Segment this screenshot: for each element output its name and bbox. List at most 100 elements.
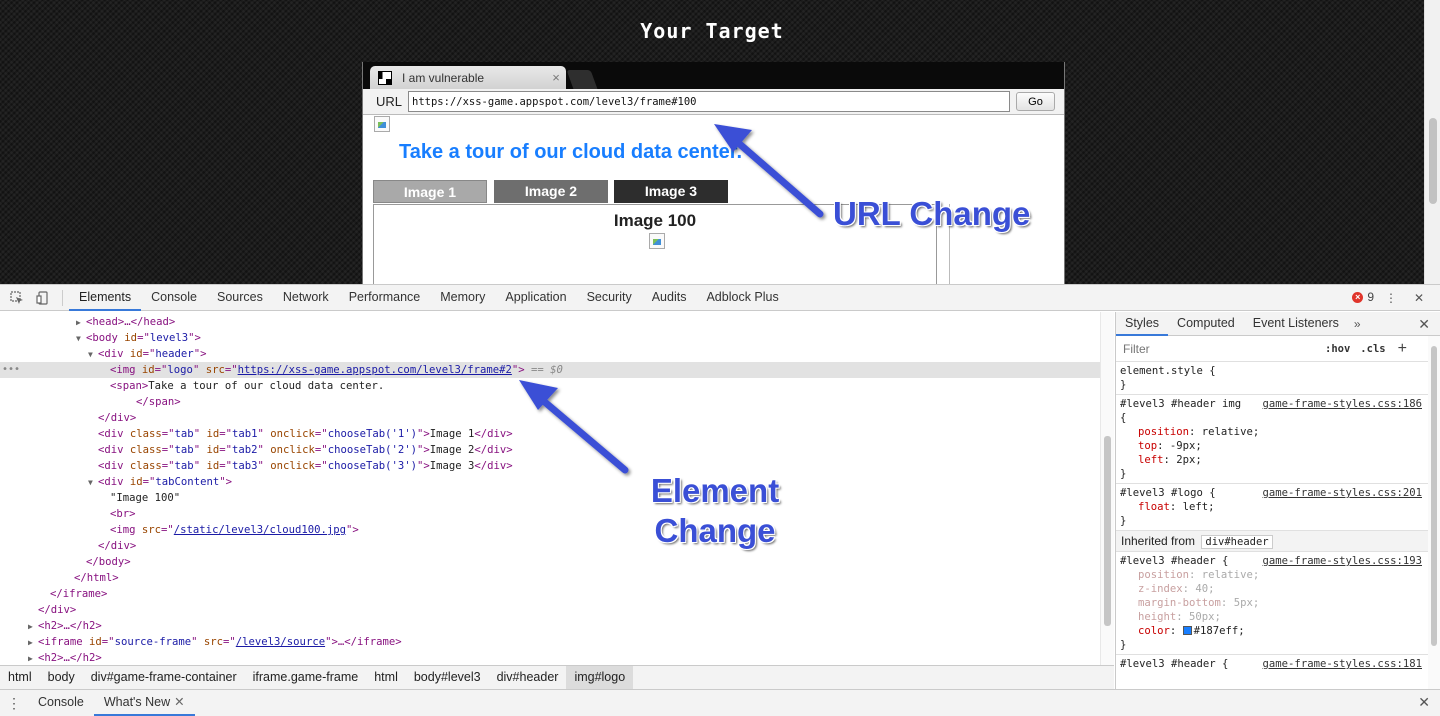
drawer-tab-whats-new[interactable]: What's New ✕ xyxy=(93,690,195,716)
tab-close-icon[interactable]: × xyxy=(546,70,566,85)
image-tab-2[interactable]: Image 2 xyxy=(494,180,608,203)
dom-node-body-close[interactable]: </body> xyxy=(0,554,1100,570)
cloud-src-link[interactable]: /static/level3/cloud100.jpg xyxy=(174,524,346,536)
css-declaration[interactable]: float: left; xyxy=(1120,500,1436,514)
page-scroll-thumb[interactable] xyxy=(1429,118,1437,204)
image-tab-3[interactable]: Image 3 xyxy=(614,180,728,203)
breadcrumb-iframe[interactable]: iframe.game-frame xyxy=(245,666,367,689)
css-rule[interactable]: #level3 #header { game-frame-styles.css:… xyxy=(1116,655,1440,673)
more-tabs-icon[interactable]: » xyxy=(1348,317,1367,331)
elements-scrollbar[interactable] xyxy=(1100,312,1114,665)
dom-node-div-close[interactable]: </div> xyxy=(0,538,1100,554)
dom-node-html-close[interactable]: </html> xyxy=(0,570,1100,586)
add-rule-icon[interactable]: + xyxy=(1398,340,1407,358)
more-menu-icon[interactable]: ⋮ xyxy=(1378,285,1404,311)
hover-state-toggle[interactable]: :hov xyxy=(1325,343,1350,355)
dom-node-br[interactable]: <br> xyxy=(0,506,1100,522)
dom-node-h2[interactable]: ▶ <h2>…</h2> xyxy=(0,650,1100,665)
tab-audits[interactable]: Audits xyxy=(642,285,697,311)
close-icon[interactable]: ✕ xyxy=(1418,316,1430,333)
css-declaration[interactable]: color: #187eff; xyxy=(1120,624,1436,638)
color-swatch-icon[interactable] xyxy=(1182,626,1192,635)
page-scrollbar[interactable] xyxy=(1424,0,1440,284)
dom-node-iframe-close[interactable]: </iframe> xyxy=(0,586,1100,602)
breadcrumb-body[interactable]: body xyxy=(40,666,83,689)
url-input[interactable] xyxy=(408,91,1011,112)
element-style-rule[interactable]: element.style { } xyxy=(1116,362,1440,395)
close-drawer-icon[interactable]: ✕ xyxy=(1418,694,1430,711)
error-count: 9 xyxy=(1367,290,1374,304)
rule-source-link[interactable]: game-frame-styles.css:186 xyxy=(1263,397,1422,411)
breadcrumb-game-frame-container[interactable]: div#game-frame-container xyxy=(83,666,245,689)
css-declaration[interactable]: margin-bottom: 5px; xyxy=(1120,596,1436,610)
dom-node-tab1[interactable]: <div class="tab" id="tab1" onclick="choo… xyxy=(0,426,1100,442)
css-rule-inherited[interactable]: #level3 #header { game-frame-styles.css:… xyxy=(1116,552,1440,655)
tab-performance[interactable]: Performance xyxy=(339,285,431,311)
styles-filter-input[interactable] xyxy=(1123,341,1315,356)
image-tab-1[interactable]: Image 1 xyxy=(373,180,487,203)
browser-tab[interactable]: I am vulnerable × xyxy=(370,66,566,89)
tab-network[interactable]: Network xyxy=(273,285,339,311)
dom-node-body[interactable]: ▼ <body id="level3"> xyxy=(0,330,1100,346)
elements-dom-tree[interactable]: ▶ <head>…</head> ▼ <body id="level3"> ▼ <di… xyxy=(0,312,1114,665)
dom-node-head[interactable]: ▶ <head>…</head> xyxy=(0,314,1100,330)
close-devtools-icon[interactable]: ✕ xyxy=(1406,285,1432,311)
dom-node-tabcontent[interactable]: ▼ <div id="tabContent"> xyxy=(0,474,1100,490)
rule-source-link[interactable]: game-frame-styles.css:201 xyxy=(1263,486,1422,500)
tab-memory[interactable]: Memory xyxy=(430,285,495,311)
breadcrumb-img-logo[interactable]: img#logo xyxy=(566,666,634,689)
css-declaration[interactable]: top: -9px; xyxy=(1120,439,1436,453)
breadcrumb-inner-html[interactable]: html xyxy=(366,666,406,689)
drawer-menu-icon[interactable]: ⋮ xyxy=(0,695,28,712)
broken-image-icon xyxy=(649,233,665,249)
source-frame-link[interactable]: /level3/source xyxy=(236,636,325,648)
img-src-link[interactable]: https://xss-game.appspot.com/level3/fram… xyxy=(238,364,512,376)
dom-node-div-close[interactable]: </div> xyxy=(0,410,1100,426)
error-counter[interactable]: × 9 xyxy=(1352,290,1374,304)
breadcrumb-html[interactable]: html xyxy=(0,666,40,689)
dom-node-span[interactable]: <span>Take a tour of our cloud data cent… xyxy=(0,378,1100,394)
new-tab-button[interactable] xyxy=(566,70,598,89)
breadcrumb-div-header[interactable]: div#header xyxy=(489,666,567,689)
css-declaration[interactable]: position: relative; xyxy=(1120,425,1436,439)
tab-styles[interactable]: Styles xyxy=(1116,312,1169,336)
dom-node-h2[interactable]: ▶ <h2>…</h2> xyxy=(0,618,1100,634)
tab-application[interactable]: Application xyxy=(495,285,576,311)
dom-node-img-logo-selected[interactable]: ••• <img id="logo" src="https://xss-game.… xyxy=(0,362,1100,378)
ellipsis-icon[interactable]: ••• xyxy=(2,362,20,378)
elements-scroll-thumb[interactable] xyxy=(1104,436,1111,626)
dom-node-tab3[interactable]: <div class="tab" id="tab3" onclick="choo… xyxy=(0,458,1100,474)
tab-sources[interactable]: Sources xyxy=(207,285,273,311)
device-toolbar-icon[interactable] xyxy=(30,285,56,311)
rule-source-link[interactable]: game-frame-styles.css:181 xyxy=(1263,657,1422,671)
dom-node-header-div[interactable]: ▼ <div id="header"> xyxy=(0,346,1100,362)
dom-node-tab2[interactable]: <div class="tab" id="tab2" onclick="choo… xyxy=(0,442,1100,458)
css-declaration[interactable]: position: relative; xyxy=(1120,568,1436,582)
styles-scrollbar[interactable] xyxy=(1428,336,1440,689)
dom-node-text[interactable]: "Image 100" xyxy=(0,490,1100,506)
drawer-tab-console[interactable]: Console xyxy=(28,690,94,716)
css-declaration[interactable]: z-index: 40; xyxy=(1120,582,1436,596)
close-tab-icon[interactable]: ✕ xyxy=(174,695,184,709)
tab-elements[interactable]: Elements xyxy=(69,285,142,311)
inherited-from-link[interactable]: div#header xyxy=(1201,535,1273,549)
css-declaration[interactable]: height: 50px; xyxy=(1120,610,1436,624)
go-button[interactable]: Go xyxy=(1016,92,1056,111)
dom-node-div-close[interactable]: </div> xyxy=(0,602,1100,618)
rule-source-link[interactable]: game-frame-styles.css:193 xyxy=(1263,554,1422,568)
dom-node-cloud-img[interactable]: <img src="/static/level3/cloud100.jpg"> xyxy=(0,522,1100,538)
breadcrumb-body-level3[interactable]: body#level3 xyxy=(406,666,489,689)
css-declaration[interactable]: left: 2px; xyxy=(1120,453,1436,467)
tab-security[interactable]: Security xyxy=(577,285,642,311)
class-toggle[interactable]: .cls xyxy=(1360,343,1385,355)
tab-console[interactable]: Console xyxy=(141,285,207,311)
tab-adblock-plus[interactable]: Adblock Plus xyxy=(696,285,788,311)
inspect-element-icon[interactable] xyxy=(4,285,30,311)
dom-node-source-frame[interactable]: ▶ <iframe id="source-frame" src="/level3/… xyxy=(0,634,1100,650)
css-rule[interactable]: #level3 #header img game-frame-styles.cs… xyxy=(1116,395,1440,484)
dom-node-span-close[interactable]: </span> xyxy=(0,394,1100,410)
css-rule[interactable]: #level3 #logo { game-frame-styles.css:20… xyxy=(1116,484,1440,531)
tab-event-listeners[interactable]: Event Listeners xyxy=(1244,312,1348,336)
styles-scroll-thumb[interactable] xyxy=(1431,346,1437,646)
tab-computed[interactable]: Computed xyxy=(1168,312,1244,336)
